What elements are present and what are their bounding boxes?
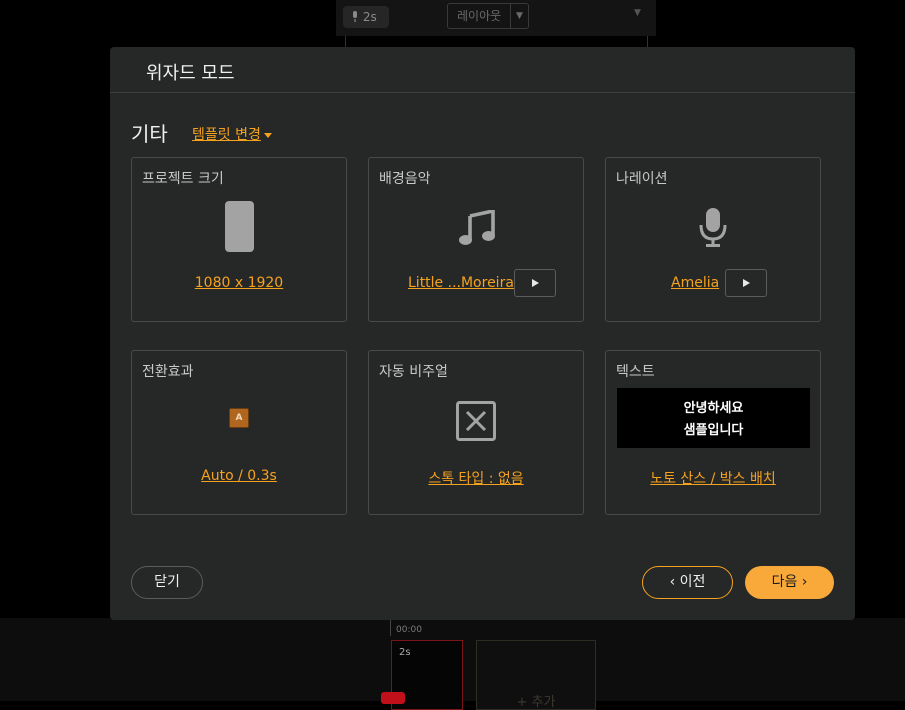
narration-play-button[interactable] xyxy=(725,269,767,297)
text-preview-line1: 안녕하세요 xyxy=(683,401,744,416)
transition-icon: A xyxy=(229,408,249,428)
time-marker: 00:00 xyxy=(390,620,422,636)
text-style-value[interactable]: 노토 산스 / 박스 배치 xyxy=(606,468,820,488)
microphone-icon xyxy=(353,11,357,22)
music-note-icon xyxy=(459,210,495,245)
mic-duration: 2s xyxy=(362,10,377,24)
mic-duration-button[interactable]: 2s xyxy=(343,6,389,28)
change-template-label: 템플릿 변경 xyxy=(192,127,261,143)
change-template-link[interactable]: 템플릿 변경 xyxy=(192,124,272,144)
modal-title: 위자드 모드 xyxy=(146,63,235,84)
text-card: 텍스트 안녕하세요 샘플입니다 노토 산스 / 박스 배치 xyxy=(605,350,821,515)
auto-visual-label: 자동 비주얼 xyxy=(379,364,448,380)
bgm-label: 배경음악 xyxy=(379,171,431,187)
auto-visual-value[interactable]: 스톡 타입 : 없음 xyxy=(369,468,583,488)
bgm-value[interactable]: Little ...Moreira xyxy=(408,275,514,291)
text-label: 텍스트 xyxy=(616,364,655,380)
chevron-right-icon: › xyxy=(801,574,808,590)
clip-duration: 2s xyxy=(399,647,411,658)
add-clip-label: + 추가 xyxy=(516,695,556,710)
narration-card: 나레이션 Amelia xyxy=(605,157,821,322)
x-box-icon xyxy=(456,401,496,441)
section-title: 기타 xyxy=(131,122,168,146)
narration-label: 나레이션 xyxy=(616,171,668,187)
text-style-preview: 안녕하세요 샘플입니다 xyxy=(617,388,810,448)
microphone-icon xyxy=(699,208,727,247)
transition-label: 전환효과 xyxy=(142,364,194,380)
portrait-frame-icon xyxy=(225,201,254,252)
prev-label: 이전 xyxy=(679,574,706,590)
transition-card: 전환효과 A Auto / 0.3s xyxy=(131,350,347,515)
add-clip-button[interactable]: + 추가 xyxy=(476,640,596,710)
project-size-label: 프로젝트 크기 xyxy=(142,171,224,187)
next-button[interactable]: 다음 › xyxy=(745,566,834,599)
dropdown-caret-icon[interactable]: ▼ xyxy=(634,8,641,18)
caret-down-icon xyxy=(263,132,272,138)
modal-header: 위자드 모드 xyxy=(110,47,855,93)
narration-value[interactable]: Amelia xyxy=(671,275,719,291)
project-size-value[interactable]: 1080 x 1920 xyxy=(132,275,346,291)
chevron-left-icon: ‹ xyxy=(669,574,676,590)
close-button[interactable]: 닫기 xyxy=(131,566,203,599)
bgm-card: 배경음악 Little ...Moreira xyxy=(368,157,584,322)
wizard-modal: 위자드 모드 기타 템플릿 변경 프로젝트 크기 1080 x 1920 배경음… xyxy=(110,47,855,620)
next-label: 다음 xyxy=(771,574,798,590)
prev-button[interactable]: ‹ 이전 xyxy=(642,566,733,599)
project-size-card: 프로젝트 크기 1080 x 1920 xyxy=(131,157,347,322)
chevron-down-icon: ▼ xyxy=(510,4,528,28)
transition-value[interactable]: Auto / 0.3s xyxy=(132,468,346,484)
layout-label: 레이아웃 xyxy=(457,9,502,23)
text-preview-line2: 샘플입니다 xyxy=(683,423,744,438)
auto-visual-card: 자동 비주얼 스톡 타입 : 없음 xyxy=(368,350,584,515)
playhead-marker[interactable] xyxy=(381,692,405,704)
layout-select[interactable]: 레이아웃 ▼ xyxy=(447,3,529,29)
bgm-play-button[interactable] xyxy=(514,269,556,297)
